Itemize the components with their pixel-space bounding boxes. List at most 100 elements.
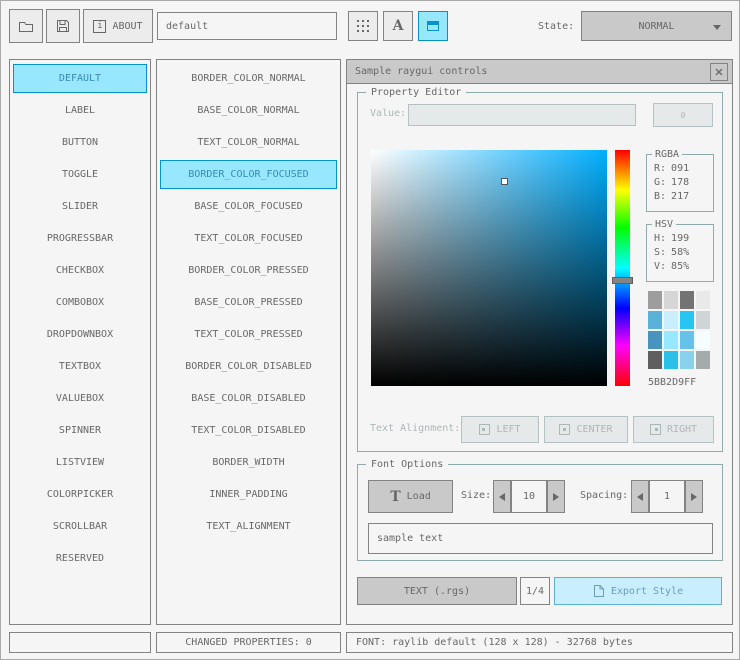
properties-list-item[interactable]: BORDER_COLOR_DISABLED bbox=[160, 352, 337, 381]
chevron-down-icon bbox=[713, 25, 721, 30]
color-swatch[interactable] bbox=[664, 351, 678, 369]
arrow-right-icon bbox=[553, 492, 559, 501]
arrow-left-icon bbox=[637, 492, 643, 501]
properties-list-item[interactable]: BORDER_COLOR_FOCUSED bbox=[160, 160, 337, 189]
align-right-label: RIGHT bbox=[666, 424, 698, 435]
load-style-button[interactable] bbox=[9, 9, 43, 43]
color-swatch[interactable] bbox=[696, 351, 710, 369]
properties-list-item[interactable]: TEXT_ALIGNMENT bbox=[160, 512, 337, 541]
arrow-left-icon bbox=[499, 492, 505, 501]
color-swatch[interactable] bbox=[696, 311, 710, 329]
arrow-right-icon bbox=[691, 492, 697, 501]
font-size-increase-button[interactable] bbox=[547, 480, 565, 513]
font-info-text: FONT: raylib default (128 x 128) - 32768… bbox=[356, 637, 633, 648]
about-button[interactable]: i ABOUT bbox=[83, 9, 153, 43]
controls-list-item[interactable]: LABEL bbox=[13, 96, 147, 125]
properties-list-item[interactable]: BASE_COLOR_PRESSED bbox=[160, 288, 337, 317]
style-name-input[interactable] bbox=[157, 12, 337, 40]
controls-list-item[interactable]: CHECKBOX bbox=[13, 256, 147, 285]
controls-list-item[interactable]: SPINNER bbox=[13, 416, 147, 445]
color-swatch[interactable] bbox=[680, 291, 694, 309]
properties-list-item[interactable]: BORDER_COLOR_NORMAL bbox=[160, 64, 337, 93]
align-center-button[interactable]: CENTER bbox=[544, 416, 628, 443]
state-dropdown[interactable]: NORMAL bbox=[581, 11, 732, 41]
align-right-icon bbox=[649, 424, 661, 435]
color-swatch[interactable] bbox=[648, 291, 662, 309]
statusbar-changed-properties: CHANGED PROPERTIES: 0 bbox=[156, 632, 341, 653]
color-swatch[interactable] bbox=[680, 351, 694, 369]
export-style-button[interactable]: Export Style bbox=[554, 577, 722, 605]
controls-list-item[interactable]: TEXTBOX bbox=[13, 352, 147, 381]
controls-list-item[interactable]: RESERVED bbox=[13, 544, 147, 573]
grid-dots-icon bbox=[357, 20, 369, 32]
align-left-button[interactable]: LEFT bbox=[461, 416, 539, 443]
controls-list-item[interactable]: SLIDER bbox=[13, 192, 147, 221]
controls-list-item[interactable]: LISTVIEW bbox=[13, 448, 147, 477]
font-size-label: Size: bbox=[461, 490, 492, 501]
rgba-group-label: RGBA bbox=[652, 148, 683, 161]
font-spacing-value[interactable]: 1 bbox=[649, 480, 685, 513]
color-swatch[interactable] bbox=[664, 331, 678, 349]
properties-list-item[interactable]: TEXT_COLOR_NORMAL bbox=[160, 128, 337, 157]
hsv-hue-row: H: 199 bbox=[654, 233, 690, 244]
color-swatch[interactable] bbox=[664, 311, 678, 329]
properties-list-item[interactable]: BASE_COLOR_NORMAL bbox=[160, 96, 337, 125]
font-load-button[interactable]: T Load bbox=[368, 480, 453, 513]
floppy-save-icon bbox=[57, 20, 69, 32]
properties-list-item[interactable]: BORDER_WIDTH bbox=[160, 448, 337, 477]
controls-list-item[interactable]: DROPDOWNBOX bbox=[13, 320, 147, 349]
window-close-button[interactable] bbox=[710, 63, 728, 81]
properties-list-item[interactable]: TEXT_COLOR_DISABLED bbox=[160, 416, 337, 445]
value-mode-button[interactable]: 0 bbox=[653, 103, 713, 127]
hue-slider-handle[interactable] bbox=[612, 277, 633, 284]
font-spacing-label: Spacing: bbox=[580, 490, 629, 501]
font-size-decrease-button[interactable] bbox=[493, 480, 511, 513]
properties-list-item[interactable]: INNER_PADDING bbox=[160, 480, 337, 509]
color-swatch[interactable] bbox=[696, 331, 710, 349]
controls-list-item[interactable]: TOGGLE bbox=[13, 160, 147, 189]
color-swatch[interactable] bbox=[696, 291, 710, 309]
value-input[interactable] bbox=[408, 104, 636, 126]
properties-list-item[interactable]: TEXT_COLOR_PRESSED bbox=[160, 320, 337, 349]
color-swatch[interactable] bbox=[648, 351, 662, 369]
export-page-indicator[interactable]: 1/4 bbox=[520, 577, 550, 605]
hue-slider-bar[interactable] bbox=[612, 150, 633, 386]
align-right-button[interactable]: RIGHT bbox=[633, 416, 714, 443]
hsv-group-label: HSV bbox=[652, 218, 677, 231]
hsv-group: HSV H: 199 S: 58% V: 85% bbox=[646, 218, 714, 282]
controls-list-item[interactable]: PROGRESSBAR bbox=[13, 224, 147, 253]
font-spacing-decrease-button[interactable] bbox=[631, 480, 649, 513]
controls-list-item[interactable]: COMBOBOX bbox=[13, 288, 147, 317]
folder-open-icon bbox=[19, 22, 33, 32]
color-swatch[interactable] bbox=[648, 331, 662, 349]
sample-text-input[interactable] bbox=[368, 523, 713, 554]
properties-list-item[interactable]: TEXT_COLOR_FOCUSED bbox=[160, 224, 337, 253]
controls-list-item[interactable]: DEFAULT bbox=[13, 64, 147, 93]
controls-list-item[interactable]: SCROLLBAR bbox=[13, 512, 147, 541]
style-editor-toggle[interactable] bbox=[418, 11, 448, 41]
statusbar-font-info: FONT: raylib default (128 x 128) - 32768… bbox=[346, 632, 733, 653]
color-picker-cursor[interactable] bbox=[501, 178, 508, 185]
controls-list-item[interactable]: BUTTON bbox=[13, 128, 147, 157]
sample-controls-window: Sample raygui controls Property Editor V… bbox=[346, 59, 733, 625]
export-file-icon bbox=[593, 585, 604, 597]
color-swatch[interactable] bbox=[664, 291, 678, 309]
properties-list-item[interactable]: BASE_COLOR_DISABLED bbox=[160, 384, 337, 413]
save-style-button[interactable] bbox=[46, 9, 80, 43]
style-table-view-button[interactable] bbox=[348, 11, 378, 41]
font-size-value[interactable]: 10 bbox=[511, 480, 547, 513]
controls-list-item[interactable]: COLORPICKER bbox=[13, 480, 147, 509]
color-swatch[interactable] bbox=[680, 311, 694, 329]
color-swatch[interactable] bbox=[680, 331, 694, 349]
export-format-button[interactable]: TEXT (.rgs) bbox=[357, 577, 517, 605]
color-swatch[interactable] bbox=[648, 311, 662, 329]
align-left-icon bbox=[479, 424, 491, 435]
font-atlas-button[interactable]: A bbox=[383, 11, 413, 41]
window-titlebar[interactable]: Sample raygui controls bbox=[347, 60, 732, 84]
controls-list-item[interactable]: VALUEBOX bbox=[13, 384, 147, 413]
properties-list-item[interactable]: BORDER_COLOR_PRESSED bbox=[160, 256, 337, 285]
changed-properties-text: CHANGED PROPERTIES: 0 bbox=[185, 637, 312, 648]
color-saturation-value-panel[interactable] bbox=[371, 150, 607, 386]
properties-list-item[interactable]: BASE_COLOR_FOCUSED bbox=[160, 192, 337, 221]
font-spacing-increase-button[interactable] bbox=[685, 480, 703, 513]
